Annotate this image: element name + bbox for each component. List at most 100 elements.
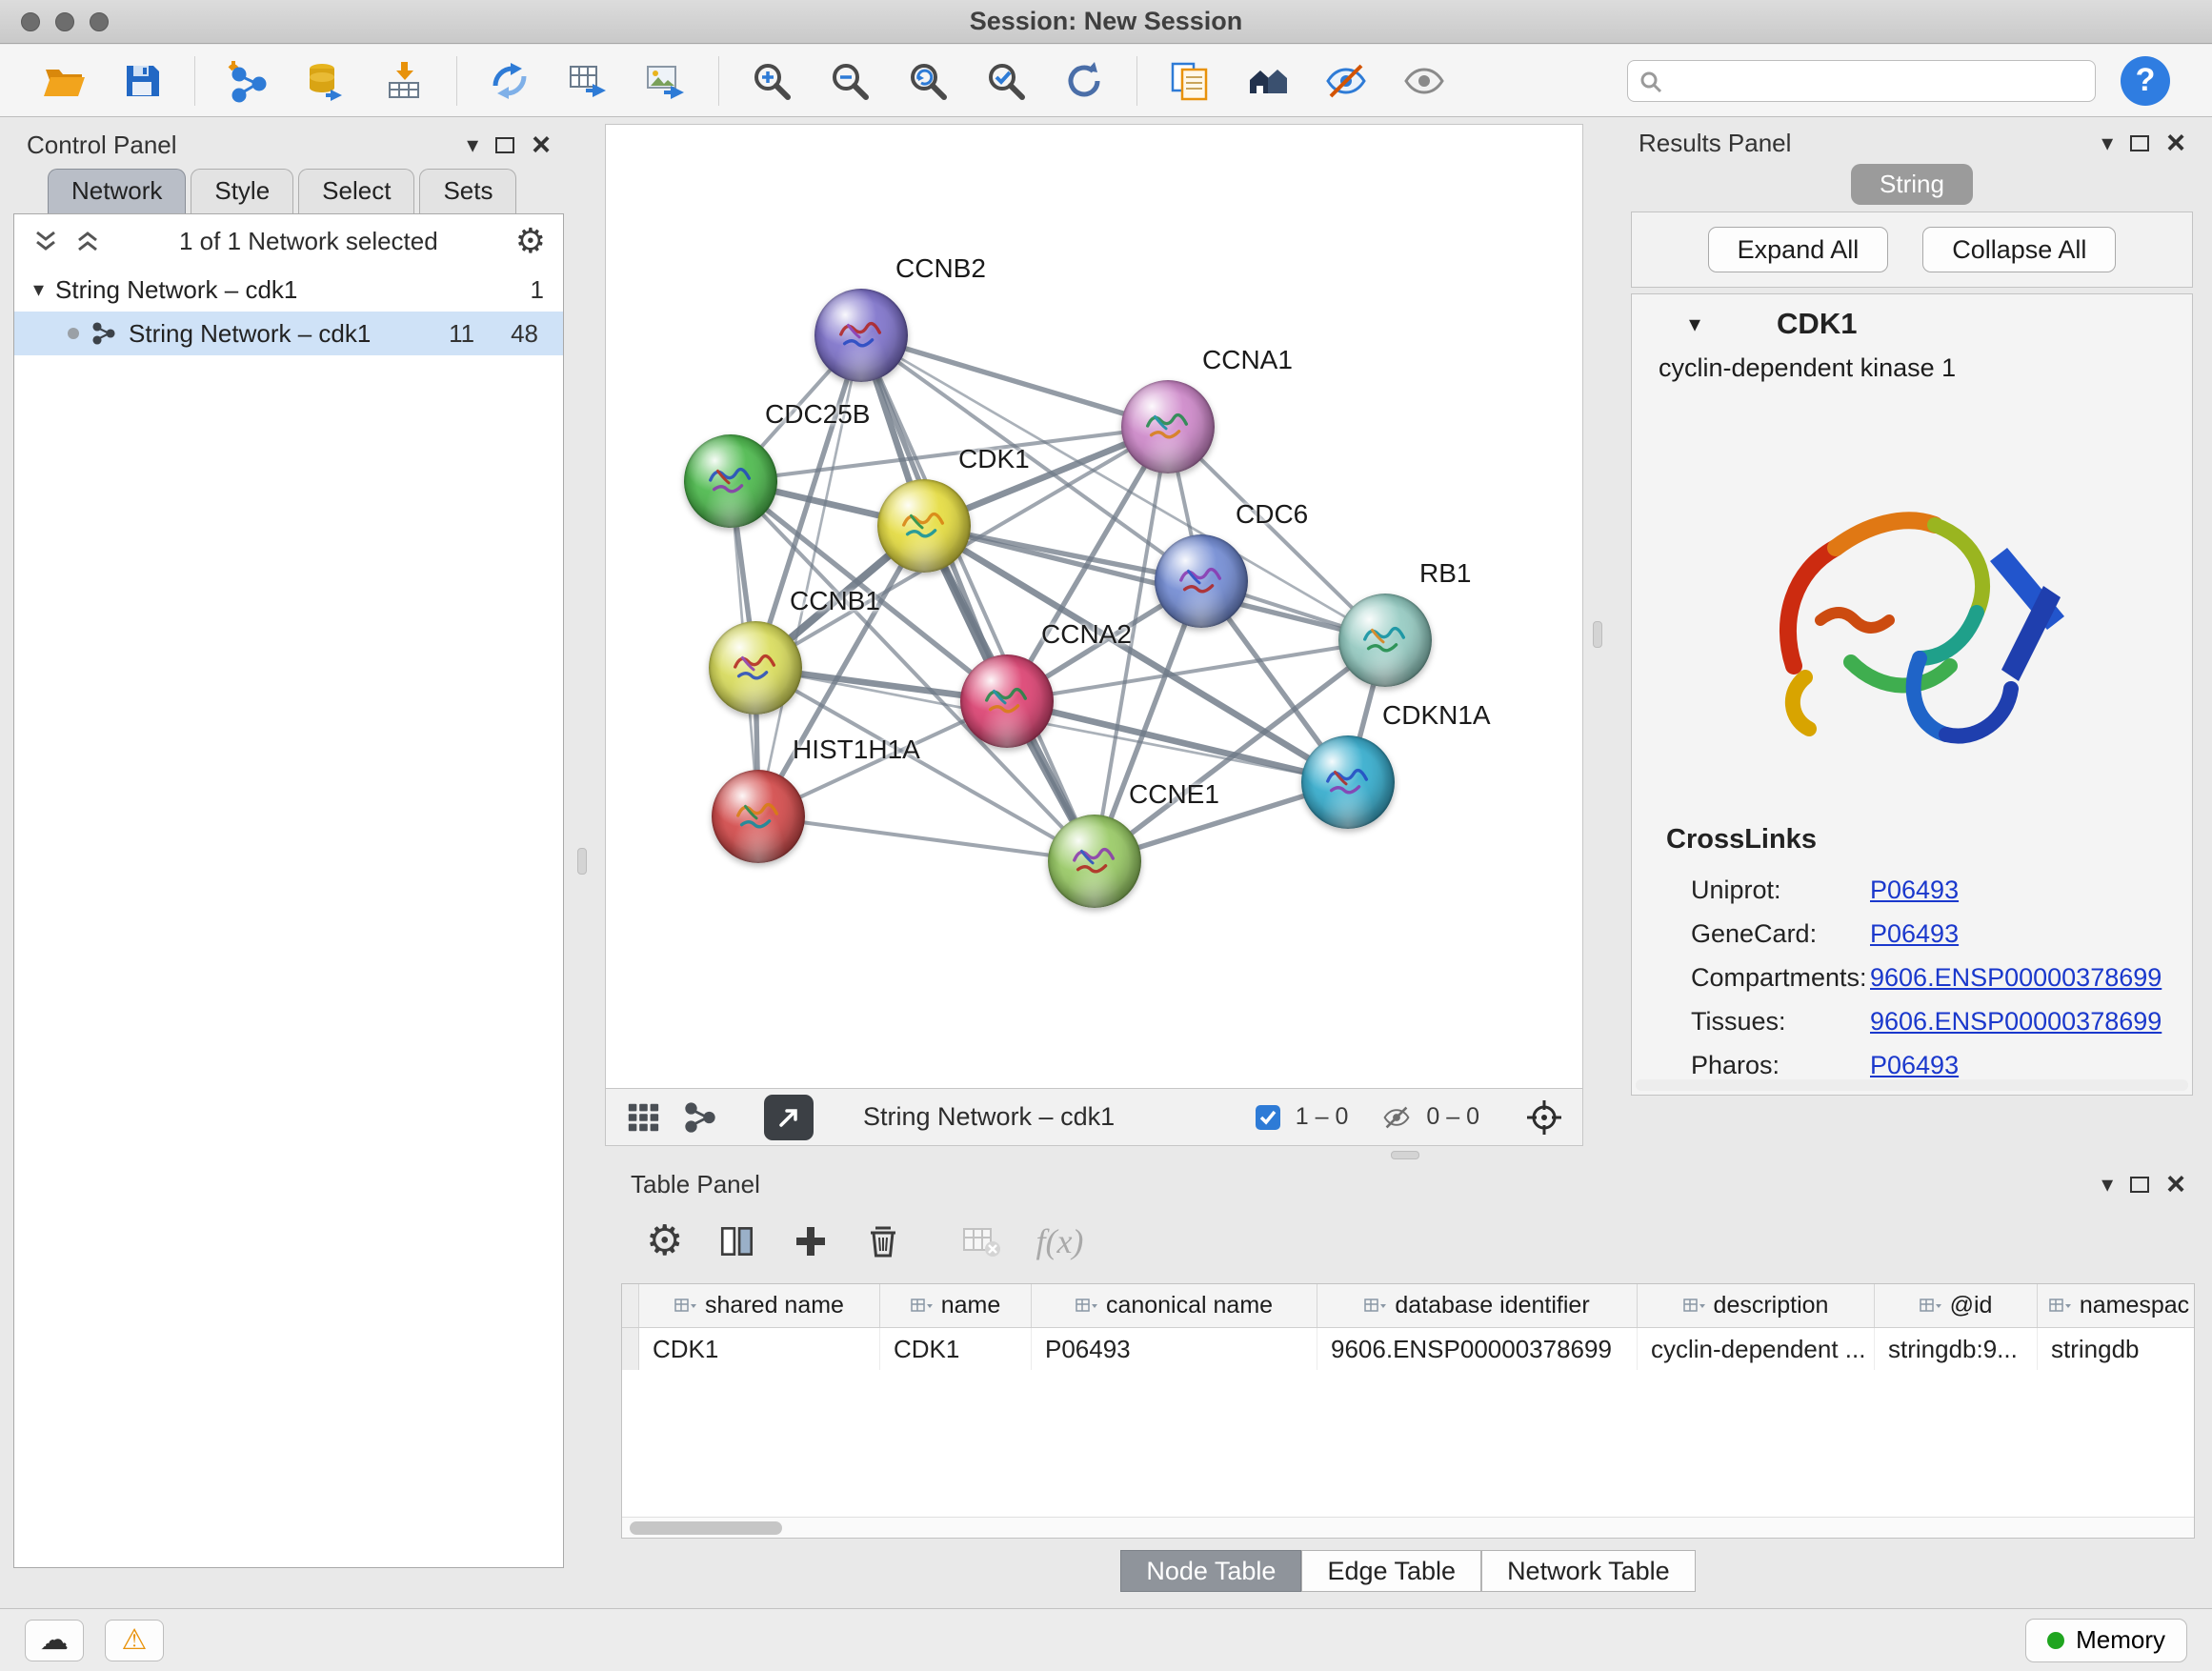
crosshair-icon[interactable] xyxy=(1525,1098,1563,1137)
selected-checkbox-icon[interactable] xyxy=(1254,1103,1282,1132)
tab-style[interactable]: Style xyxy=(191,169,293,213)
scrollbar-thumb[interactable] xyxy=(630,1521,782,1535)
network-node-cdc6[interactable] xyxy=(1155,534,1248,628)
network-node-ccne1[interactable] xyxy=(1048,815,1141,908)
create-column-button[interactable] xyxy=(792,1222,830,1260)
network-canvas[interactable]: CCNB2CCNA1CDC25BCDK1CDC6RB1CCNB1CCNA2CDK… xyxy=(605,124,1583,1089)
table-cell[interactable]: cyclin-dependent ... xyxy=(1638,1328,1875,1370)
tab-network-table[interactable]: Network Table xyxy=(1481,1550,1696,1592)
export-image-button[interactable] xyxy=(635,50,696,111)
network-node-cdk1[interactable] xyxy=(877,479,971,573)
crosslink-link[interactable]: P06493 xyxy=(1870,919,1959,949)
import-database-button[interactable] xyxy=(295,50,356,111)
search-input[interactable] xyxy=(1627,60,2096,102)
table-row[interactable]: CDK1CDK1P064939606.ENSP00000378699cyclin… xyxy=(622,1328,2194,1370)
network-node-ccna1[interactable] xyxy=(1121,380,1215,473)
network-node-ccnb1[interactable] xyxy=(709,621,802,715)
collapse-triangle-icon[interactable]: ▾ xyxy=(33,277,44,302)
refresh-view-button[interactable] xyxy=(1054,50,1115,111)
panel-menu-icon[interactable]: ▾ xyxy=(2101,130,2113,157)
export-table-button[interactable] xyxy=(557,50,618,111)
open-session-button[interactable] xyxy=(33,50,94,111)
show-columns-button[interactable] xyxy=(717,1221,757,1261)
tab-node-table[interactable]: Node Table xyxy=(1120,1550,1301,1592)
zoom-selected-button[interactable] xyxy=(975,50,1036,111)
collapse-all-button[interactable]: Collapse All xyxy=(1922,227,2116,272)
network-node-hist1h1a[interactable] xyxy=(712,770,805,863)
table-cell[interactable]: stringdb xyxy=(2038,1328,2195,1370)
network-node-cdkn1a[interactable] xyxy=(1301,735,1395,829)
network-node-ccna2[interactable] xyxy=(960,654,1054,748)
horizontal-splitter-handle[interactable] xyxy=(1391,1151,1419,1159)
table-settings-button[interactable]: ⚙ xyxy=(646,1224,683,1258)
crosslink-link[interactable]: 9606.ENSP00000378699 xyxy=(1870,963,2162,993)
warnings-button[interactable]: ⚠ xyxy=(105,1620,164,1661)
float-panel-icon[interactable] xyxy=(2130,135,2149,151)
column-header-database-identifier[interactable]: database identifier xyxy=(1317,1284,1638,1327)
network-edge[interactable] xyxy=(861,335,1168,427)
memory-button[interactable]: Memory xyxy=(2025,1619,2187,1662)
zoom-window-button[interactable] xyxy=(90,12,109,31)
open-in-window-button[interactable] xyxy=(764,1095,814,1140)
show-all-button[interactable] xyxy=(1394,50,1455,111)
import-table-button[interactable] xyxy=(373,50,434,111)
network-node-cdc25b[interactable] xyxy=(684,434,777,528)
panel-menu-icon[interactable]: ▾ xyxy=(467,131,478,159)
left-splitter-handle[interactable] xyxy=(577,848,587,875)
column-header-namespac[interactable]: namespac xyxy=(2038,1284,2195,1327)
table-cell[interactable]: CDK1 xyxy=(639,1328,880,1370)
network-node-rb1[interactable] xyxy=(1338,594,1432,687)
table-cell[interactable]: stringdb:9... xyxy=(1875,1328,2038,1370)
expand-all-icon[interactable] xyxy=(73,227,102,255)
column-header--id[interactable]: @id xyxy=(1875,1284,2038,1327)
minimize-window-button[interactable] xyxy=(55,12,74,31)
network-edge[interactable] xyxy=(758,816,1095,861)
apply-function-button[interactable]: f(x) xyxy=(1036,1221,1083,1261)
save-session-button[interactable] xyxy=(111,50,172,111)
column-header-description[interactable]: description xyxy=(1638,1284,1875,1327)
close-panel-icon[interactable]: × xyxy=(2166,1175,2185,1194)
float-panel-icon[interactable] xyxy=(2130,1177,2149,1193)
hidden-eye-icon[interactable] xyxy=(1380,1103,1413,1132)
zoom-fit-button[interactable] xyxy=(897,50,958,111)
crosslink-link[interactable]: P06493 xyxy=(1870,876,1959,905)
expand-all-button[interactable]: Expand All xyxy=(1708,227,1889,272)
close-panel-icon[interactable]: × xyxy=(532,135,551,154)
table-cell[interactable]: P06493 xyxy=(1032,1328,1317,1370)
tab-network[interactable]: Network xyxy=(48,169,186,213)
tab-sets[interactable]: Sets xyxy=(419,169,516,213)
copy-button[interactable] xyxy=(1159,50,1220,111)
network-collection-row[interactable]: ▾ String Network – cdk1 1 xyxy=(14,268,563,312)
network-options-gear-icon[interactable]: ⚙ xyxy=(515,224,546,258)
tab-edge-table[interactable]: Edge Table xyxy=(1301,1550,1481,1592)
float-panel-icon[interactable] xyxy=(495,137,514,153)
table-horizontal-scrollbar[interactable] xyxy=(622,1517,2194,1538)
tab-string[interactable]: String xyxy=(1851,164,1973,205)
hide-selected-button[interactable] xyxy=(1316,50,1377,111)
network-share-icon[interactable] xyxy=(682,1099,718,1136)
crosslink-link[interactable]: P06493 xyxy=(1870,1051,1959,1080)
column-header-canonical-name[interactable]: canonical name xyxy=(1032,1284,1317,1327)
zoom-out-button[interactable] xyxy=(819,50,880,111)
column-header-name[interactable]: name xyxy=(880,1284,1032,1327)
panel-menu-icon[interactable]: ▾ xyxy=(2101,1171,2113,1198)
zoom-in-button[interactable] xyxy=(741,50,802,111)
collapse-all-icon[interactable] xyxy=(31,227,60,255)
network-row[interactable]: String Network – cdk1 11 48 xyxy=(14,312,563,355)
crosslink-link[interactable]: 9606.ENSP00000378699 xyxy=(1870,1007,2162,1037)
collapse-protein-icon[interactable]: ▾ xyxy=(1689,311,1700,338)
delete-table-button[interactable] xyxy=(961,1224,1001,1258)
table-cell[interactable]: 9606.ENSP00000378699 xyxy=(1317,1328,1638,1370)
delete-column-button[interactable] xyxy=(864,1222,902,1260)
birdseye-grid-icon[interactable] xyxy=(625,1099,661,1136)
network-tools-button[interactable] xyxy=(479,50,540,111)
network-node-ccnb2[interactable] xyxy=(814,289,908,382)
close-window-button[interactable] xyxy=(21,12,40,31)
network-edge[interactable] xyxy=(861,335,1095,861)
close-panel-icon[interactable]: × xyxy=(2166,133,2185,152)
home-button[interactable] xyxy=(1237,50,1298,111)
results-scrollbar[interactable] xyxy=(1636,1079,2188,1091)
cloud-status-button[interactable]: ☁ xyxy=(25,1620,84,1661)
help-button[interactable]: ? xyxy=(2121,56,2170,106)
column-header-shared-name[interactable]: shared name xyxy=(639,1284,880,1327)
